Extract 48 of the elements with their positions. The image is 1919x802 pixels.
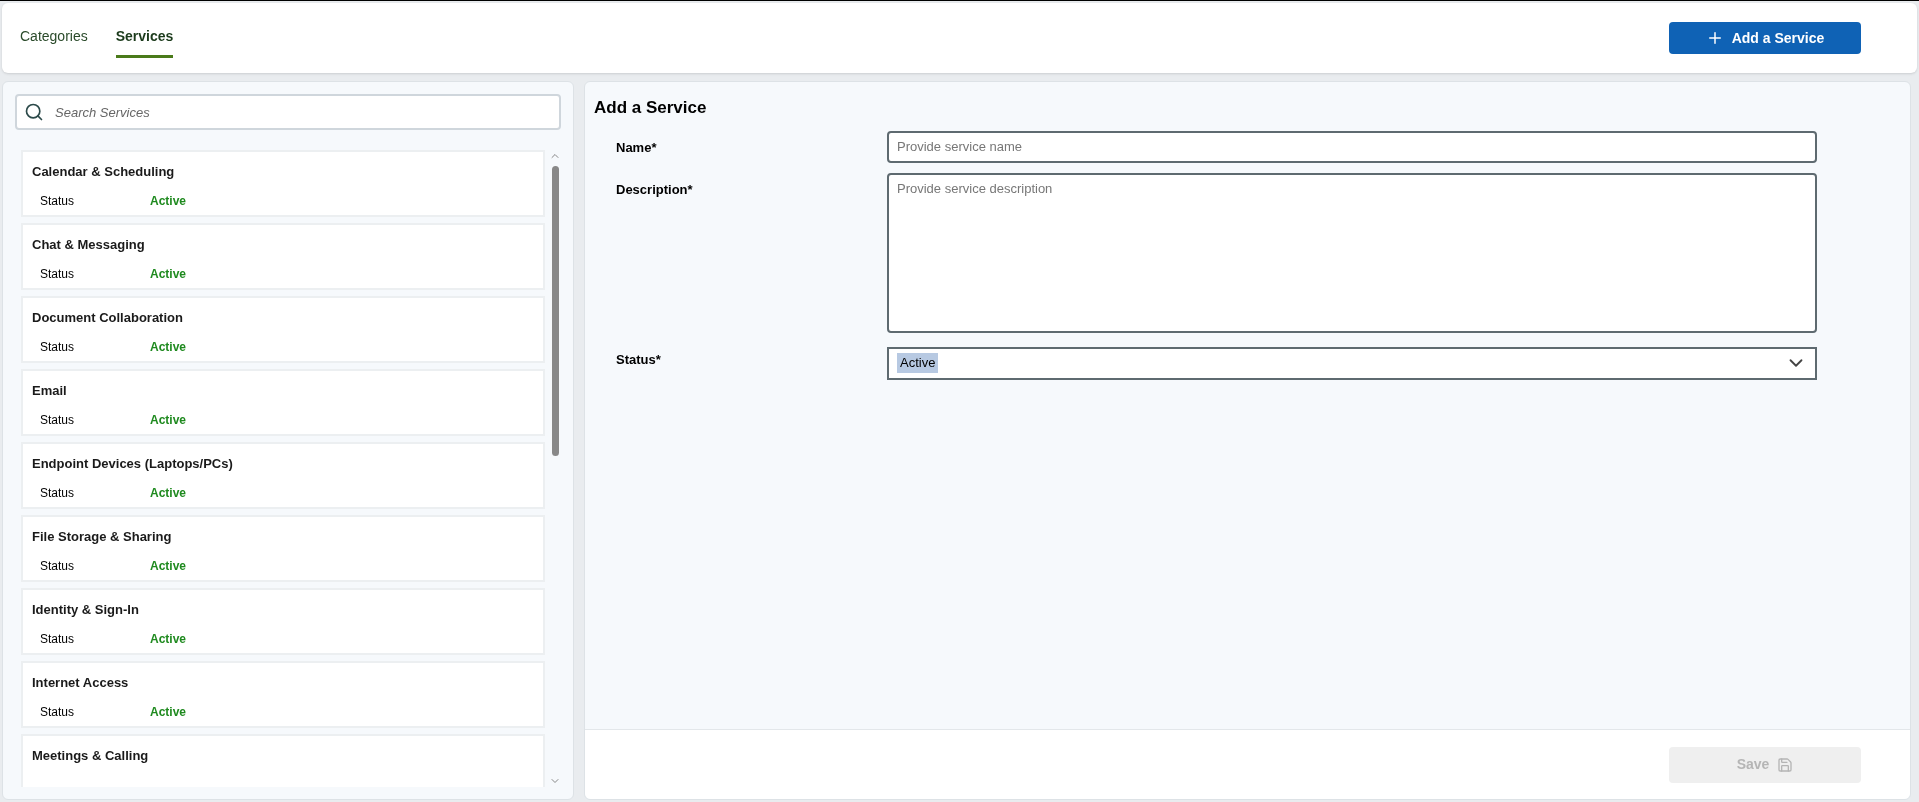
service-item[interactable]: Internet Access Status Active xyxy=(21,661,545,728)
status-label: Status xyxy=(40,411,76,429)
field-label: Status* xyxy=(615,350,662,369)
add-service-button[interactable]: Add a Service xyxy=(1669,22,1861,54)
service-item[interactable]: Document Collaboration Status Active xyxy=(21,296,545,363)
description-field[interactable]: Provide service description xyxy=(887,172,1817,333)
service-name: File Storage & Sharing xyxy=(32,528,173,546)
field-label: Description* xyxy=(615,180,694,199)
status-label: Status xyxy=(40,338,76,356)
service-name: Email xyxy=(32,382,68,400)
search-icon xyxy=(24,102,44,122)
status-value: Active xyxy=(150,630,187,648)
service-item[interactable]: Identity & Sign-In Status Active xyxy=(21,588,545,655)
status-dropdown[interactable]: Active xyxy=(887,346,1817,380)
status-label: Status xyxy=(40,630,76,648)
tab[interactable]: Services xyxy=(115,18,174,58)
status-value: Active xyxy=(150,192,187,210)
service-name: Chat & Messaging xyxy=(32,236,146,254)
service-name: Calendar & Scheduling xyxy=(32,163,176,181)
status-label: Status xyxy=(40,484,76,502)
service-name: Document Collaboration xyxy=(32,309,184,327)
service-name: Identity & Sign-In xyxy=(32,601,140,619)
service-item[interactable]: Email Status Active xyxy=(21,369,545,436)
service-item[interactable]: Endpoint Devices (Laptops/PCs) Status Active xyxy=(21,442,545,509)
service-item[interactable]: Calendar & Scheduling Status Active xyxy=(21,150,545,217)
tab[interactable]: Categories xyxy=(20,18,88,58)
status-label: Status xyxy=(40,703,76,721)
service-item[interactable]: Chat & Messaging Status Active xyxy=(21,223,545,290)
name-field[interactable]: Provide service name xyxy=(887,130,1817,163)
status-value: Active xyxy=(150,338,187,356)
service-item[interactable]: File Storage & Sharing Status Active xyxy=(21,515,545,582)
form-title: Add a Service xyxy=(594,97,708,119)
service-name: Internet Access xyxy=(32,674,130,692)
status-label: Status xyxy=(40,192,76,210)
service-item[interactable]: Meetings & Calling xyxy=(21,734,545,787)
status-value: Active xyxy=(150,484,187,502)
field-label: Name* xyxy=(615,138,658,157)
service-name: Endpoint Devices (Laptops/PCs) xyxy=(32,455,234,473)
status-value: Active xyxy=(150,557,187,575)
dropdown-value: Active xyxy=(897,353,939,373)
status-label: Status xyxy=(40,265,76,283)
service-name: Meetings & Calling xyxy=(32,747,150,765)
status-value: Active xyxy=(150,703,187,721)
status-value: Active xyxy=(150,411,187,429)
search-field[interactable]: Search Services xyxy=(15,94,561,130)
status-label: Status xyxy=(40,557,76,575)
save-icon xyxy=(1777,756,1794,773)
status-value: Active xyxy=(150,265,187,283)
